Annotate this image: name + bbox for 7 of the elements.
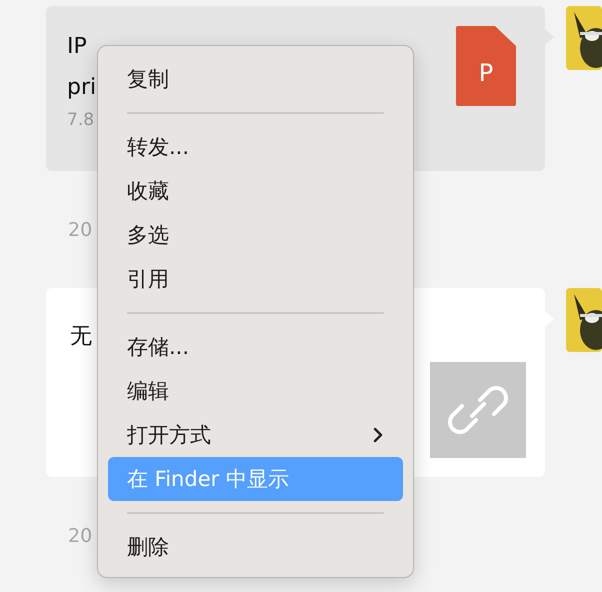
message-text: IP [67, 33, 87, 61]
message-timestamp: 20 [68, 218, 92, 240]
file-size: 7.8 [67, 110, 94, 130]
presentation-file-icon: P [456, 26, 516, 106]
message-text: 无 [70, 323, 92, 351]
message-text: pri [67, 74, 96, 102]
message-timestamp: 20 [68, 524, 92, 546]
